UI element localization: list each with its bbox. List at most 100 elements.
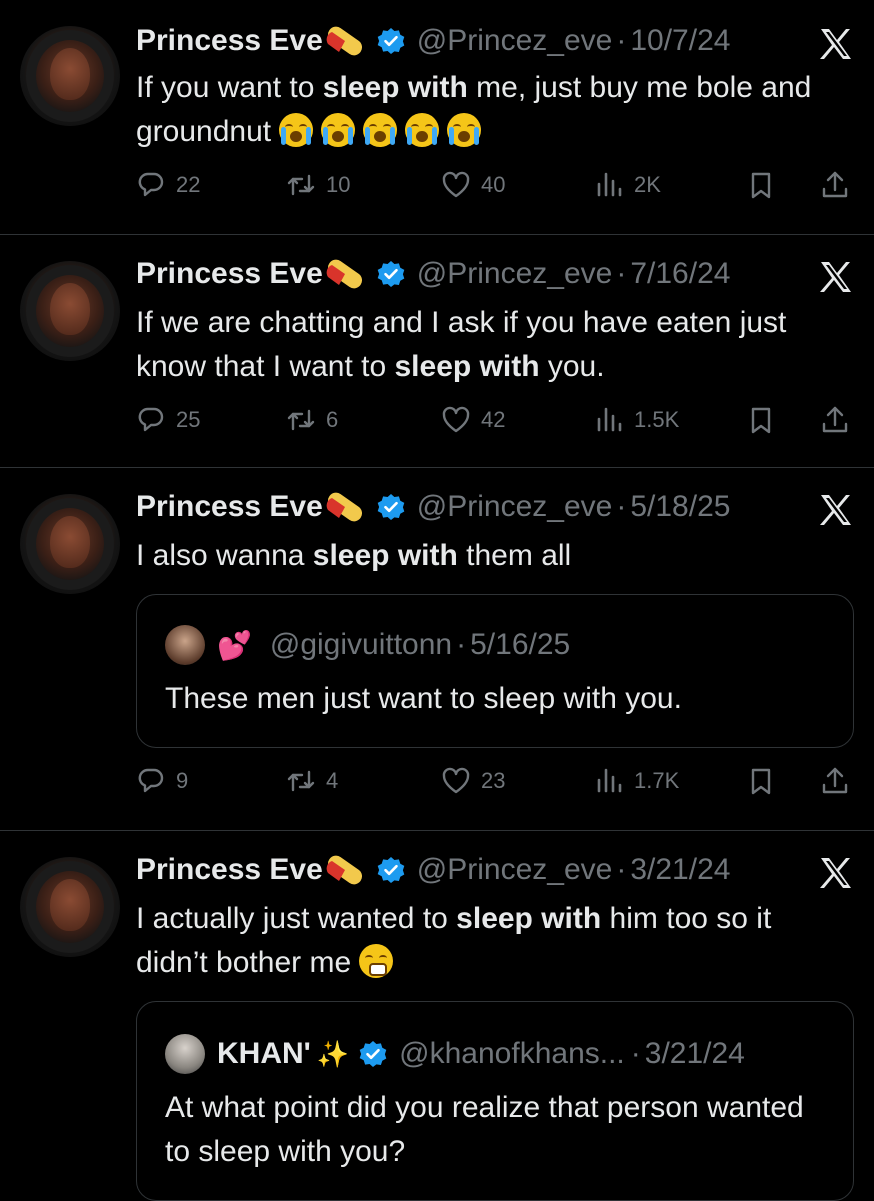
- bookmark-button[interactable]: [746, 405, 786, 435]
- retweet-icon: [287, 409, 315, 431]
- retweet-button[interactable]: 4: [286, 766, 338, 796]
- like-button[interactable]: 23: [441, 766, 505, 796]
- tweet-text: I actually just wanted to sleep with him…: [136, 902, 772, 979]
- separator: ·: [616, 853, 627, 886]
- share-button[interactable]: [820, 405, 860, 435]
- tweet-header: Princess Eve @Princez_eve · 10/7/24: [136, 24, 730, 58]
- heart-icon: [442, 406, 470, 433]
- separator: ·: [630, 1037, 641, 1070]
- author-handle[interactable]: @Princez_eve: [417, 490, 613, 524]
- reply-icon: [138, 407, 164, 432]
- quoted-handle: @gigivuittonn: [269, 628, 453, 661]
- author-name[interactable]: Princess Eve: [136, 853, 323, 887]
- avatar[interactable]: [20, 857, 120, 957]
- avatar[interactable]: [20, 26, 120, 126]
- separator: ·: [616, 490, 627, 523]
- reply-button[interactable]: 22: [136, 170, 200, 200]
- share-icon: [822, 171, 848, 198]
- tweet-text: If you want to sleep with me, just buy m…: [136, 71, 812, 148]
- tweet-date[interactable]: 3/21/24: [630, 853, 730, 887]
- share-icon: [822, 767, 848, 794]
- reply-icon: [138, 172, 164, 197]
- quoted-text: At what point did you realize that perso…: [165, 1091, 804, 1168]
- views-icon: [597, 407, 622, 432]
- sparkles-emoji: ✨: [316, 1038, 350, 1069]
- pill-emoji: [324, 24, 365, 58]
- separator: ·: [616, 257, 627, 290]
- loudly-crying-face-emoji: [279, 113, 314, 147]
- like-button[interactable]: 42: [441, 405, 505, 435]
- tweet-header: Princess Eve @Princez_eve · 5/18/25: [136, 490, 730, 524]
- pill-emoji: [324, 490, 365, 524]
- pill-emoji: [324, 257, 365, 291]
- tweet-4[interactable]: Princess Eve @Princez_eve · 3/21/24 I ac…: [0, 831, 874, 1201]
- verified-badge-icon: [376, 493, 405, 521]
- x-logo-icon: [820, 495, 851, 525]
- quoted-tweet[interactable]: 💕 @gigivuittonn · 5/16/25 These men just…: [136, 594, 854, 748]
- views-button[interactable]: 2K: [594, 170, 661, 200]
- quoted-tweet-header: KHAN' ✨ @khanofkhans... · 3/21/24: [165, 1034, 745, 1074]
- two-hearts-emoji: 💕: [217, 629, 252, 661]
- tweet-date[interactable]: 10/7/24: [630, 24, 730, 58]
- tweet-header: Princess Eve @Princez_eve · 7/16/24: [136, 257, 730, 291]
- loudly-crying-face-emoji: [321, 113, 356, 147]
- retweet-button[interactable]: 10: [286, 170, 350, 200]
- views-button[interactable]: 1.7K: [594, 766, 679, 796]
- tweet-date[interactable]: 5/18/25: [630, 490, 730, 524]
- tweet-date[interactable]: 7/16/24: [630, 257, 730, 291]
- views-button[interactable]: 1.5K: [594, 405, 679, 435]
- bookmark-icon: [751, 172, 771, 199]
- tweet-3[interactable]: Princess Eve @Princez_eve · 5/18/25 I al…: [0, 468, 874, 830]
- tweet-header: Princess Eve @Princez_eve · 3/21/24: [136, 853, 730, 887]
- heart-icon: [442, 171, 470, 198]
- bookmark-icon: [751, 407, 771, 434]
- verified-badge-icon: [376, 856, 405, 884]
- share-icon: [822, 406, 848, 433]
- retweet-button[interactable]: 6: [286, 405, 338, 435]
- quoted-avatar: [165, 625, 205, 665]
- avatar[interactable]: [20, 261, 120, 361]
- retweet-icon: [287, 770, 315, 792]
- pill-emoji: [324, 853, 365, 887]
- author-name[interactable]: Princess Eve: [136, 490, 323, 524]
- x-logo-icon: [820, 858, 851, 888]
- tweet-1[interactable]: Princess Eve @Princez_eve · 10/7/24 If y…: [0, 0, 874, 234]
- retweet-count: 4: [326, 768, 339, 793]
- loudly-crying-face-emoji: [363, 113, 398, 147]
- reply-count: 9: [176, 768, 189, 793]
- reply-button[interactable]: 25: [136, 405, 200, 435]
- like-count: 40: [481, 172, 506, 197]
- view-count: 1.7K: [634, 768, 680, 793]
- share-button[interactable]: [820, 170, 860, 200]
- quoted-name: KHAN': [217, 1037, 311, 1070]
- author-name[interactable]: Princess Eve: [136, 24, 323, 58]
- tweet-text: If we are chatting and I ask if you have…: [136, 306, 787, 383]
- views-icon: [597, 768, 622, 793]
- author-handle[interactable]: @Princez_eve: [417, 257, 613, 291]
- separator: ·: [616, 24, 627, 57]
- author-name[interactable]: Princess Eve: [136, 257, 323, 291]
- quoted-date: 5/16/25: [470, 628, 571, 661]
- quoted-tweet[interactable]: KHAN' ✨ @khanofkhans... · 3/21/24 At wha…: [136, 1001, 854, 1201]
- bookmark-button[interactable]: [746, 170, 786, 200]
- reply-icon: [138, 768, 164, 793]
- like-button[interactable]: 40: [441, 170, 505, 200]
- avatar[interactable]: [20, 494, 120, 594]
- loudly-crying-face-emoji: [405, 113, 440, 147]
- quoted-handle: @khanofkhans...: [399, 1037, 625, 1070]
- bookmark-button[interactable]: [746, 766, 786, 796]
- reply-button[interactable]: 9: [136, 766, 188, 796]
- author-handle[interactable]: @Princez_eve: [417, 853, 613, 887]
- author-handle[interactable]: @Princez_eve: [417, 24, 613, 58]
- x-logo-icon: [820, 262, 851, 292]
- action-bar: 25 6 42 1.5K: [136, 405, 851, 441]
- reply-count: 25: [176, 407, 201, 432]
- bookmark-icon: [751, 768, 771, 795]
- share-button[interactable]: [820, 766, 860, 796]
- tweet-2[interactable]: Princess Eve @Princez_eve · 7/16/24 If w…: [0, 235, 874, 467]
- retweet-icon: [287, 174, 315, 196]
- verified-badge-icon: [376, 27, 405, 55]
- quoted-text: These men just want to sleep with you.: [165, 682, 682, 715]
- view-count: 2K: [634, 172, 661, 197]
- quoted-avatar: [165, 1034, 205, 1074]
